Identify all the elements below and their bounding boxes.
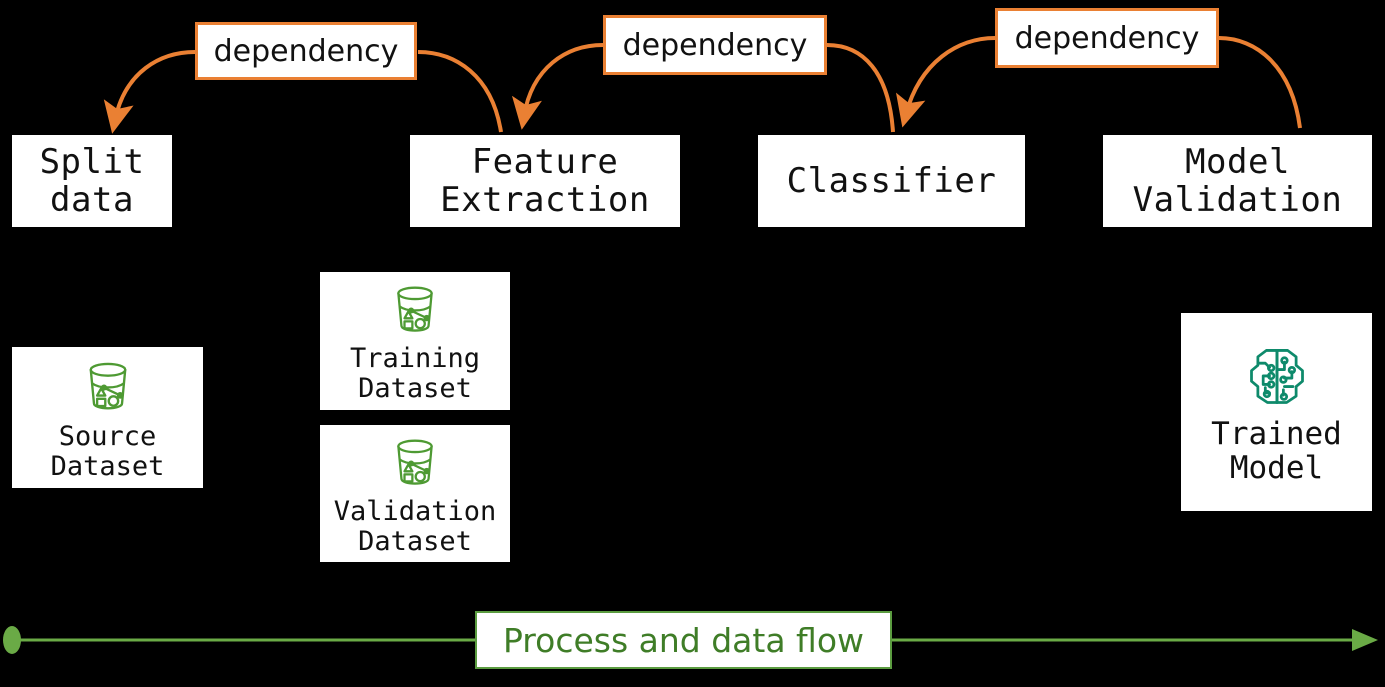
split-data-line2: data bbox=[50, 180, 134, 220]
trained-model-line2: Model bbox=[1229, 450, 1324, 486]
feature-extraction-line2: Extraction bbox=[440, 180, 650, 220]
diagram-canvas: dependency dependency dependency Split d… bbox=[0, 0, 1385, 687]
process-flow-label-text: Process and data flow bbox=[502, 620, 865, 660]
training-dataset-line2: Dataset bbox=[358, 373, 472, 404]
dependency-label-1-text: dependency bbox=[213, 33, 399, 69]
feature-extraction-line1: Feature bbox=[471, 141, 619, 182]
dependency-label-3-text: dependency bbox=[1014, 20, 1200, 56]
source-dataset-line1: Source bbox=[58, 420, 157, 452]
dataset-bucket-icon bbox=[387, 435, 443, 491]
process-box-classifier[interactable]: Classifier bbox=[758, 135, 1025, 227]
dependency-label-1: dependency bbox=[195, 22, 417, 80]
asset-box-training-dataset[interactable]: Training Dataset bbox=[320, 272, 510, 410]
asset-box-validation-dataset[interactable]: Validation Dataset bbox=[320, 425, 510, 562]
process-flow-label: Process and data flow bbox=[475, 611, 892, 669]
flow-arrowhead bbox=[1352, 629, 1378, 651]
arrow-dependency3-to-classifier bbox=[896, 36, 996, 128]
dependency-arrows-layer bbox=[103, 36, 1302, 134]
validation-dataset-line2: Dataset bbox=[358, 525, 472, 557]
validation-dataset-line1: Validation bbox=[333, 495, 497, 527]
model-validation-line1: Model bbox=[1185, 141, 1290, 182]
classifier-line1: Classifier bbox=[786, 160, 997, 201]
arrow-dependency1-to-split-data bbox=[103, 50, 196, 134]
arrow-dependency1-to-feature-extraction bbox=[417, 50, 503, 133]
asset-box-source-dataset[interactable]: Source Dataset bbox=[12, 347, 203, 488]
arrow-dependency2-to-classifier bbox=[826, 43, 895, 133]
source-dataset-line2: Dataset bbox=[50, 450, 165, 482]
split-data-line1: Split bbox=[39, 141, 145, 182]
brain-circuit-icon bbox=[1243, 343, 1311, 411]
dependency-label-3: dependency bbox=[995, 8, 1219, 68]
dependency-label-2-text: dependency bbox=[622, 27, 808, 63]
asset-box-trained-model[interactable]: Trained Model bbox=[1181, 313, 1372, 511]
process-box-split-data[interactable]: Split data bbox=[12, 135, 172, 227]
arrow-dependency2-to-feature-extraction bbox=[511, 43, 604, 130]
dataset-bucket-icon bbox=[79, 358, 137, 416]
dataset-bucket-icon bbox=[387, 282, 443, 338]
arrow-dependency3-to-model-validation bbox=[1218, 36, 1302, 129]
dependency-label-2: dependency bbox=[603, 15, 827, 75]
process-box-model-validation[interactable]: Model Validation bbox=[1103, 135, 1372, 227]
process-box-feature-extraction[interactable]: Feature Extraction bbox=[410, 135, 680, 227]
model-validation-line2: Validation bbox=[1132, 180, 1343, 220]
trained-model-line1: Trained bbox=[1211, 415, 1342, 452]
training-dataset-line1: Training bbox=[349, 343, 481, 375]
